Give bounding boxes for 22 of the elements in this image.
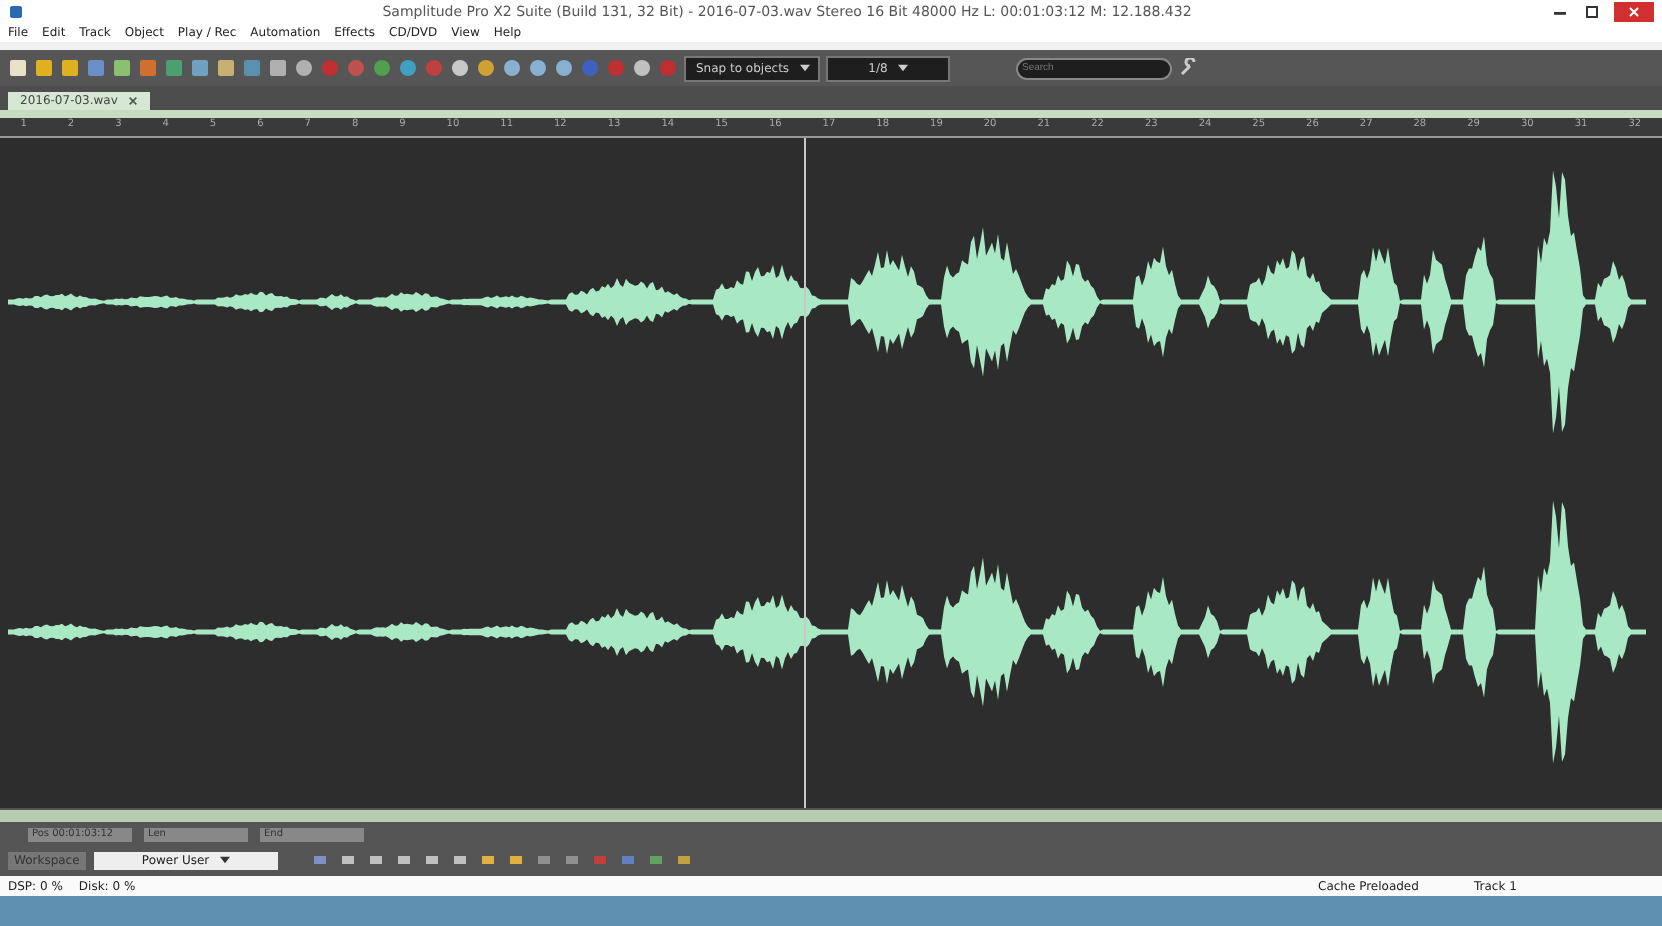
- close-icon[interactable]: [127, 95, 138, 106]
- transport-icon[interactable]: [477, 850, 498, 870]
- horizontal-scrollbar[interactable]: [0, 808, 1662, 826]
- wrench-icon[interactable]: [1178, 58, 1198, 78]
- caret-icon: [219, 855, 230, 864]
- caret-icon: [897, 63, 908, 72]
- maximize-icon[interactable]: [1582, 1, 1602, 21]
- app-icon: [8, 3, 24, 19]
- transport-icon[interactable]: [309, 850, 330, 870]
- transport-icon[interactable]: [393, 850, 414, 870]
- transport-icon[interactable]: [533, 850, 554, 870]
- transport-icon[interactable]: [617, 850, 638, 870]
- transport-icon[interactable]: [505, 850, 526, 870]
- transport-icon[interactable]: [561, 850, 582, 870]
- close-icon[interactable]: [1614, 1, 1654, 21]
- transport-icon[interactable]: [449, 850, 470, 870]
- transport-icon[interactable]: [421, 850, 442, 870]
- transport-icon[interactable]: [337, 850, 358, 870]
- transport-icon[interactable]: [365, 850, 386, 870]
- caret-icon: [799, 63, 810, 72]
- transport-icon[interactable]: [645, 850, 666, 870]
- transport-icon[interactable]: [673, 850, 694, 870]
